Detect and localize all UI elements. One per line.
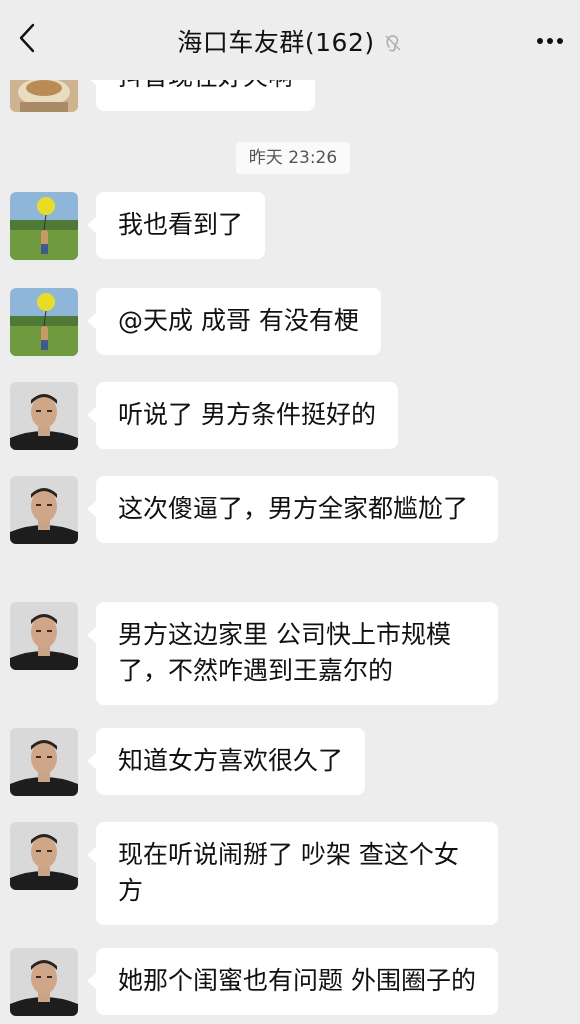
message-bubble[interactable]: 这次傻逼了，男方全家都尴尬了 <box>87 476 498 543</box>
ear-mute-icon <box>383 33 403 53</box>
message-bubble[interactable]: 我也看到了 <box>86 192 266 259</box>
avatar[interactable] <box>10 728 78 796</box>
avatar[interactable] <box>10 382 78 450</box>
message-bubble[interactable]: 她那个闺蜜也有问题 外围圈子的 <box>87 948 498 1015</box>
message-bubble[interactable]: 听说了 男方条件挺好的 <box>87 382 398 449</box>
chat-area[interactable]: 抖音现在好火啊 昨天 23:26 我也看到了 <box>0 0 580 1024</box>
avatar[interactable] <box>10 948 78 1016</box>
avatar[interactable] <box>10 822 78 890</box>
avatar[interactable] <box>10 476 78 544</box>
more-dots-icon <box>557 38 563 44</box>
avatar[interactable] <box>10 288 78 356</box>
timestamp: 昨天 23:26 <box>236 142 350 174</box>
page-title: 海口车友群(162) <box>177 28 375 57</box>
message-bubble[interactable]: 知道女方喜欢很久了 <box>86 728 366 795</box>
more-dots-icon <box>547 38 553 44</box>
more-dots-icon <box>537 38 543 44</box>
avatar[interactable] <box>10 192 78 260</box>
message-bubble[interactable]: @天成 成哥 有没有梗 <box>87 288 381 355</box>
avatar[interactable] <box>10 602 78 670</box>
top-bar: 海口车友群(162) <box>0 0 580 80</box>
more-button[interactable] <box>528 24 572 58</box>
message-bubble[interactable]: 男方这边家里 公司快上市规模了，不然咋遇到王嘉尔的 <box>87 602 498 705</box>
message-bubble[interactable]: 现在听说闹掰了 吵架 查这个女方 <box>87 822 498 925</box>
